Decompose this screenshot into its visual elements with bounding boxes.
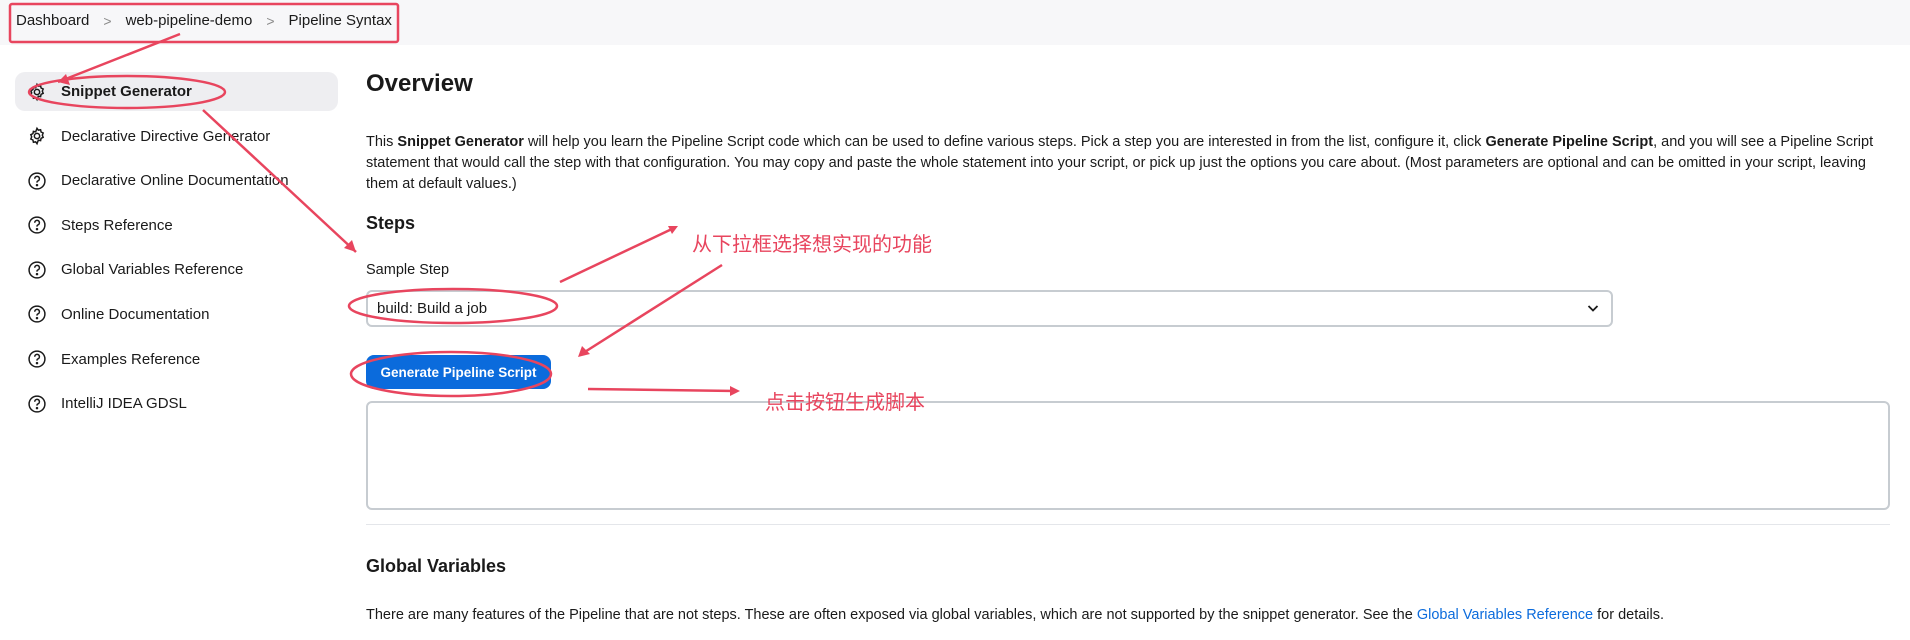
breadcrumb: Dashboard > web-pipeline-demo > Pipeline… [16, 12, 392, 29]
global-variables-text-part: for details. [1593, 607, 1665, 623]
button-hint-arrow [587, 387, 737, 393]
sidebar-item-label: Declarative Directive Generator [61, 127, 271, 145]
sample-step-select[interactable]: build: Build a job [366, 290, 1613, 327]
overview-text-part: will help you learn the Pipeline Script … [523, 134, 1486, 150]
global-variables-heading: Global Variables [366, 556, 507, 576]
pipeline-script-output[interactable] [366, 401, 1890, 510]
steps-heading: Steps [366, 213, 416, 233]
sidebar-item-steps-reference[interactable]: Steps Reference [15, 206, 338, 245]
divider [366, 524, 1890, 525]
sidebar-item-declarative-directive-generator[interactable]: Declarative Directive Generator [15, 117, 338, 156]
help-circle-icon [27, 349, 47, 369]
breadcrumb-separator: > [266, 12, 275, 29]
overview-text: This Snippet Generator will help you lea… [366, 132, 1876, 195]
sidebar-item-label: Examples Reference [61, 350, 201, 368]
sidebar-item-label: Declarative Online Documentation [61, 172, 289, 190]
sidebar-item-label: Online Documentation [61, 305, 210, 323]
sidebar-item-label: Snippet Generator [61, 83, 192, 100]
arrowhead [578, 346, 590, 357]
sidebar-item-label: Global Variables Reference [61, 261, 244, 279]
global-variables-reference-link[interactable]: Global Variables Reference [1417, 607, 1593, 623]
breadcrumb-pipeline-syntax[interactable]: Pipeline Syntax [289, 12, 392, 29]
global-variables-text: There are many features of the Pipeline … [366, 607, 1664, 623]
breadcrumb-bar: Dashboard > web-pipeline-demo > Pipeline… [0, 0, 1910, 45]
arrowhead [730, 386, 740, 396]
sidebar-item-label: IntelliJ IDEA GDSL [61, 395, 187, 413]
sidebar-item-snippet-generator[interactable]: Snippet Generator [15, 72, 338, 111]
sidebar-item-label: Steps Reference [61, 216, 173, 234]
help-circle-icon [27, 260, 47, 280]
gear-icon [27, 126, 47, 146]
sidebar-item-declarative-online-documentation[interactable]: Declarative Online Documentation [15, 161, 338, 200]
sidebar-item-examples-reference[interactable]: Examples Reference [15, 340, 338, 379]
gear-icon [27, 82, 47, 102]
generate-pipeline-script-button[interactable]: Generate Pipeline Script [366, 355, 551, 389]
breadcrumb-separator: > [103, 12, 112, 29]
overview-bold-generate-script: Generate Pipeline Script [1485, 134, 1654, 150]
sidebar-item-intellij-idea-gdsl[interactable]: IntelliJ IDEA GDSL [15, 384, 338, 423]
button-hint-annotation: 点击按钮生成脚本 [765, 390, 925, 414]
overview-bold-snippet-generator: Snippet Generator [397, 134, 524, 150]
select-hint-annotation: 从下拉框选择想实现的功能 [692, 232, 932, 256]
arrowhead [344, 240, 356, 252]
help-circle-icon [27, 215, 47, 235]
global-variables-text-part: There are many features of the Pipeline … [366, 607, 1417, 623]
sample-step-label: Sample Step [366, 262, 450, 278]
help-circle-icon [27, 171, 47, 191]
sample-step-value: build: Build a job [377, 300, 488, 317]
chevron-down-icon [1585, 300, 1601, 320]
breadcrumb-project[interactable]: web-pipeline-demo [126, 12, 253, 29]
help-circle-icon [27, 304, 47, 324]
breadcrumb-dashboard[interactable]: Dashboard [16, 12, 89, 29]
overview-text-part: This [366, 134, 398, 150]
main-content: Overview This Snippet Generator will hel… [366, 70, 1890, 623]
help-circle-icon [27, 394, 47, 414]
sidebar-item-online-documentation[interactable]: Online Documentation [15, 295, 338, 334]
sidebar: Snippet Generator Declarative Directive … [15, 72, 338, 429]
page-title: Overview [366, 70, 473, 97]
sidebar-item-global-variables-reference[interactable]: Global Variables Reference [15, 250, 338, 289]
